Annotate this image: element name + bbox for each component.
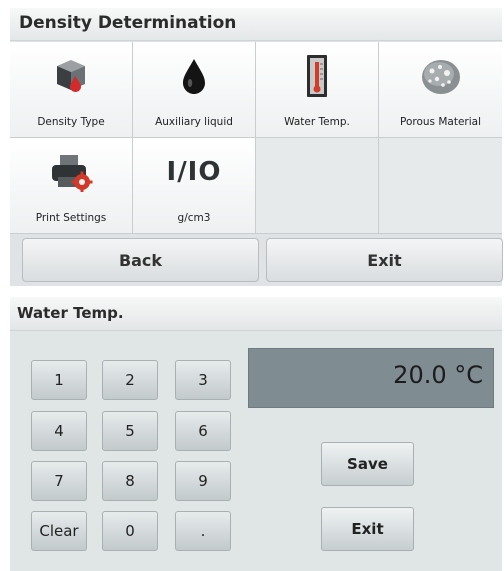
empty-menu-slot bbox=[256, 138, 379, 234]
empty-menu-slot bbox=[379, 138, 502, 234]
key-decimal[interactable]: . bbox=[175, 511, 231, 551]
menu-grid: Density Type Auxiliary liquid Water Temp… bbox=[10, 42, 502, 234]
io-units-icon: I/IO bbox=[133, 150, 255, 194]
key-9[interactable]: 9 bbox=[175, 461, 231, 501]
key-4[interactable]: 4 bbox=[31, 411, 87, 451]
menu-item-porous-material[interactable]: Porous Material bbox=[379, 42, 502, 138]
sample-cube-icon bbox=[10, 54, 132, 98]
density-determination-panel: Density Determination Density Type Auxil… bbox=[10, 8, 503, 286]
menu-item-auxiliary-liquid[interactable]: Auxiliary liquid bbox=[133, 42, 256, 138]
thermometer-icon bbox=[256, 54, 378, 98]
menu-item-label: Print Settings bbox=[35, 212, 107, 224]
menu-item-density-type[interactable]: Density Type bbox=[10, 42, 133, 138]
menu-item-label: Auxiliary liquid bbox=[155, 116, 233, 128]
panel-title: Water Temp. bbox=[17, 304, 124, 322]
panel-title-bar: Density Determination bbox=[10, 8, 502, 41]
menu-item-units[interactable]: I/IO g/cm3 bbox=[133, 138, 256, 234]
menu-item-water-temp[interactable]: Water Temp. bbox=[256, 42, 379, 138]
exit-button[interactable]: Exit bbox=[266, 238, 503, 282]
back-button[interactable]: Back bbox=[22, 238, 259, 282]
key-1[interactable]: 1 bbox=[31, 360, 87, 400]
key-8[interactable]: 8 bbox=[102, 461, 158, 501]
key-clear[interactable]: Clear bbox=[31, 511, 87, 551]
panel-title-bar: Water Temp. bbox=[10, 297, 502, 331]
exit-button[interactable]: Exit bbox=[321, 507, 414, 551]
key-6[interactable]: 6 bbox=[175, 411, 231, 451]
water-temp-panel: Water Temp. 1 2 3 4 5 6 7 8 9 Clear 0 . … bbox=[10, 297, 502, 571]
menu-item-label: Density Type bbox=[37, 116, 105, 128]
key-5[interactable]: 5 bbox=[102, 411, 158, 451]
units-icon-text: I/IO bbox=[166, 157, 222, 187]
porous-material-icon bbox=[379, 54, 502, 98]
menu-item-label: Porous Material bbox=[399, 116, 481, 128]
key-7[interactable]: 7 bbox=[31, 461, 87, 501]
temperature-display: 20.0 °C bbox=[248, 348, 494, 408]
temperature-value: 20.0 °C bbox=[393, 361, 483, 389]
printer-settings-icon bbox=[10, 150, 132, 194]
panel-title: Density Determination bbox=[19, 13, 237, 33]
key-0[interactable]: 0 bbox=[102, 511, 158, 551]
liquid-drop-icon bbox=[133, 54, 255, 98]
key-2[interactable]: 2 bbox=[102, 360, 158, 400]
menu-item-label: g/cm3 bbox=[177, 212, 211, 224]
save-button[interactable]: Save bbox=[321, 442, 414, 486]
menu-item-label: Water Temp. bbox=[284, 116, 350, 128]
key-3[interactable]: 3 bbox=[175, 360, 231, 400]
menu-item-print-settings[interactable]: Print Settings bbox=[10, 138, 133, 234]
